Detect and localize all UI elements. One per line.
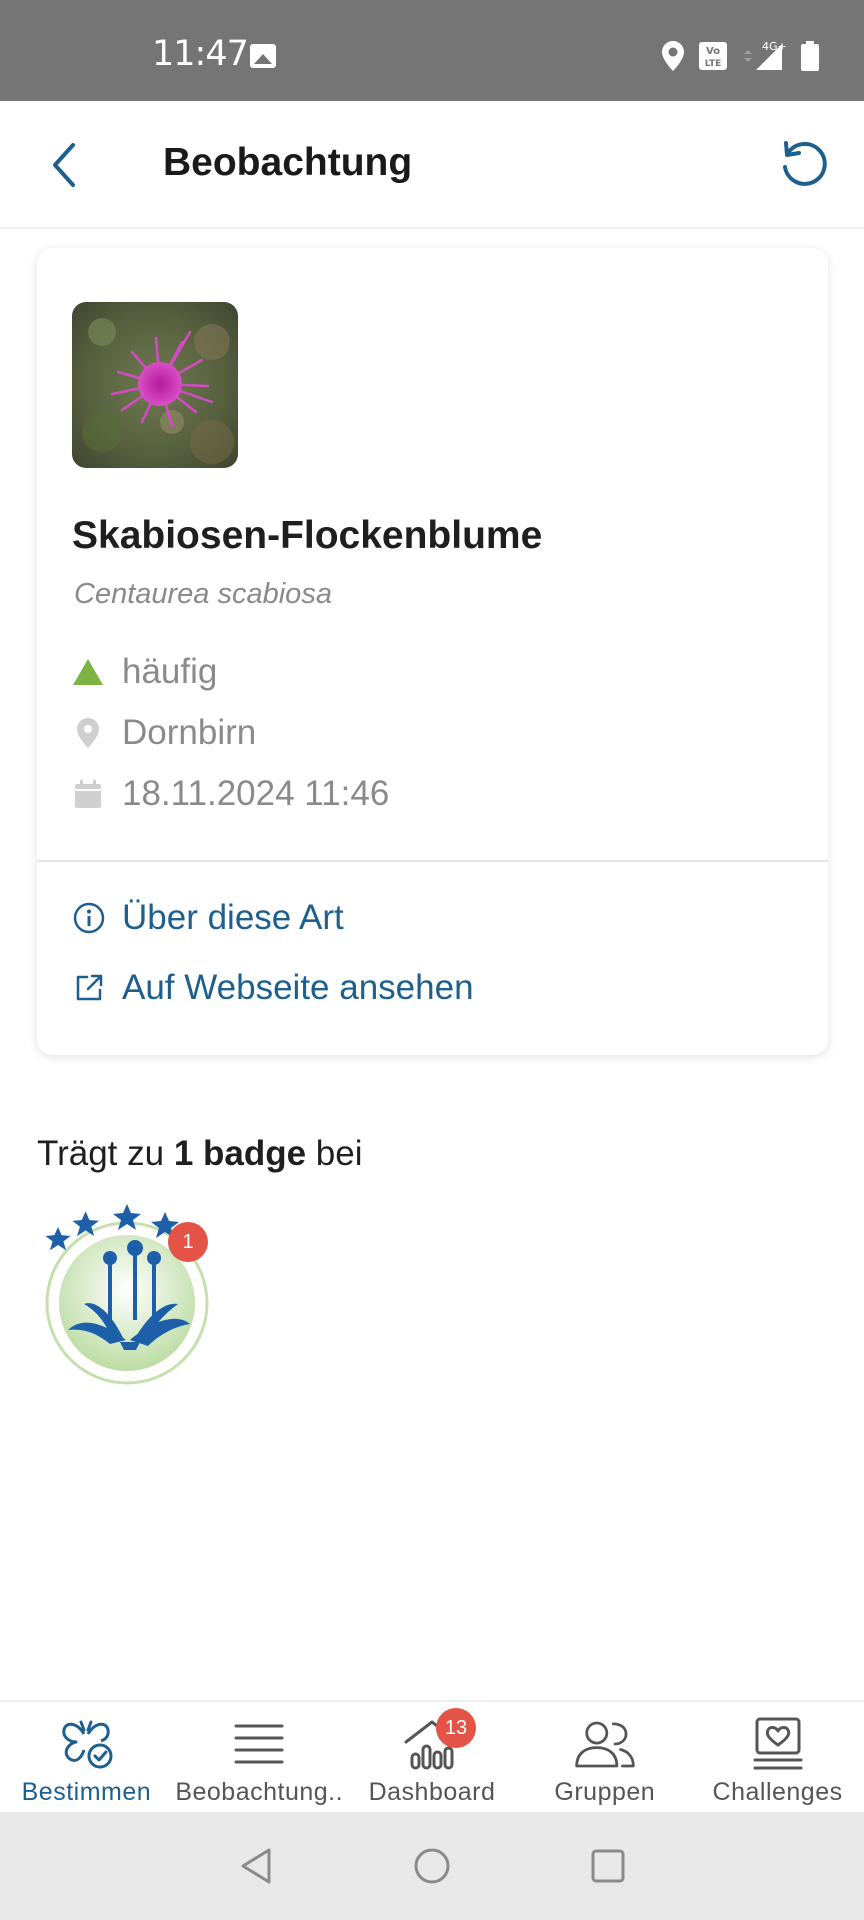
- nav-item-gruppen[interactable]: Gruppen: [518, 1702, 691, 1812]
- species-photo[interactable]: [72, 302, 238, 468]
- about-species-link[interactable]: Über diese Art: [72, 898, 344, 938]
- badge-item[interactable]: 1: [40, 1200, 220, 1390]
- map-pin-icon: [72, 717, 104, 749]
- circle-home-icon: [414, 1848, 450, 1884]
- about-species-label: Über diese Art: [122, 898, 344, 937]
- status-icons: Vo LTE 4G+: [662, 40, 820, 72]
- system-navigation-bar: [0, 1812, 864, 1920]
- species-scientific-name: Centaurea scabiosa: [74, 578, 332, 610]
- volte-icon: Vo LTE: [699, 42, 727, 70]
- status-bar: 11:47 Vo LTE 4G+: [0, 0, 864, 101]
- network-type: 4G+: [762, 40, 786, 53]
- signal-icon: 4G+: [744, 40, 786, 70]
- nav-item-challenges[interactable]: Challenges: [691, 1702, 864, 1812]
- abundance-label: häufig: [122, 652, 218, 691]
- dashboard-home-icon: 13: [400, 1708, 476, 1774]
- location-label: Dornbirn: [122, 713, 257, 752]
- nav-label-beobachtungen: Beobachtung..: [175, 1778, 344, 1806]
- datetime-row: 18.11.2024 11:46: [72, 774, 389, 814]
- nav-label-challenges: Challenges: [712, 1778, 843, 1806]
- badge-heading-suffix: bei: [306, 1134, 363, 1173]
- species-common-name: Skabiosen-Flockenblume: [72, 514, 543, 557]
- card-divider: [37, 860, 828, 862]
- system-recents-button[interactable]: [584, 1842, 632, 1890]
- app-bar: Beobachtung: [0, 101, 864, 229]
- triangle-up-icon: [72, 656, 104, 688]
- badge-heading: Trägt zu 1 badge bei: [37, 1134, 363, 1174]
- location-row: Dornbirn: [72, 713, 256, 753]
- abundance-row: häufig: [72, 652, 217, 692]
- view-website-label: Auf Webseite ansehen: [122, 968, 474, 1007]
- butterfly-check-icon: [54, 1714, 118, 1774]
- refresh-button[interactable]: [774, 135, 834, 195]
- image-notification-icon: [250, 44, 276, 68]
- info-icon: [72, 901, 106, 935]
- page-title: Beobachtung: [163, 141, 413, 184]
- group-icon: [573, 1714, 637, 1774]
- list-icon: [227, 1714, 291, 1774]
- battery-icon: [801, 41, 819, 71]
- svg-text:Vo: Vo: [706, 46, 720, 57]
- view-website-link[interactable]: Auf Webseite ansehen: [72, 968, 474, 1008]
- dashboard-notification-badge: 13: [435, 1708, 476, 1748]
- datetime-label: 18.11.2024 11:46: [122, 774, 390, 813]
- status-time: 11:47: [152, 34, 249, 74]
- nav-label-dashboard: Dashboard: [368, 1778, 496, 1806]
- nav-item-bestimmen[interactable]: Bestimmen: [0, 1702, 173, 1812]
- square-recents-icon: [591, 1849, 625, 1883]
- refresh-icon: [783, 141, 827, 186]
- badge-heading-count: 1 badge: [173, 1134, 307, 1173]
- system-back-button[interactable]: [233, 1842, 281, 1890]
- badge-count: 1: [168, 1222, 208, 1262]
- nav-item-beobachtungen[interactable]: Beobachtung..: [173, 1702, 346, 1812]
- bottom-navigation: Bestimmen Beobachtung.. 13 Dashboard Gru…: [0, 1700, 864, 1812]
- svg-text:LTE: LTE: [705, 59, 722, 69]
- triangle-back-icon: [241, 1848, 271, 1884]
- back-button[interactable]: [36, 137, 92, 193]
- chevron-left-icon: [53, 143, 75, 187]
- badge-heading-prefix: Trägt zu: [37, 1134, 174, 1173]
- location-icon: [662, 41, 684, 71]
- nav-label-bestimmen: Bestimmen: [21, 1778, 152, 1806]
- nav-label-gruppen: Gruppen: [554, 1778, 656, 1806]
- system-home-button[interactable]: [408, 1842, 456, 1890]
- nav-item-dashboard[interactable]: 13 Dashboard: [346, 1702, 519, 1812]
- challenge-heart-icon: [746, 1714, 810, 1774]
- observation-card: Skabiosen-Flockenblume Centaurea scabios…: [37, 248, 828, 1055]
- thistle-flower-image: [72, 302, 238, 468]
- external-link-icon: [72, 971, 106, 1005]
- calendar-icon: [72, 778, 104, 810]
